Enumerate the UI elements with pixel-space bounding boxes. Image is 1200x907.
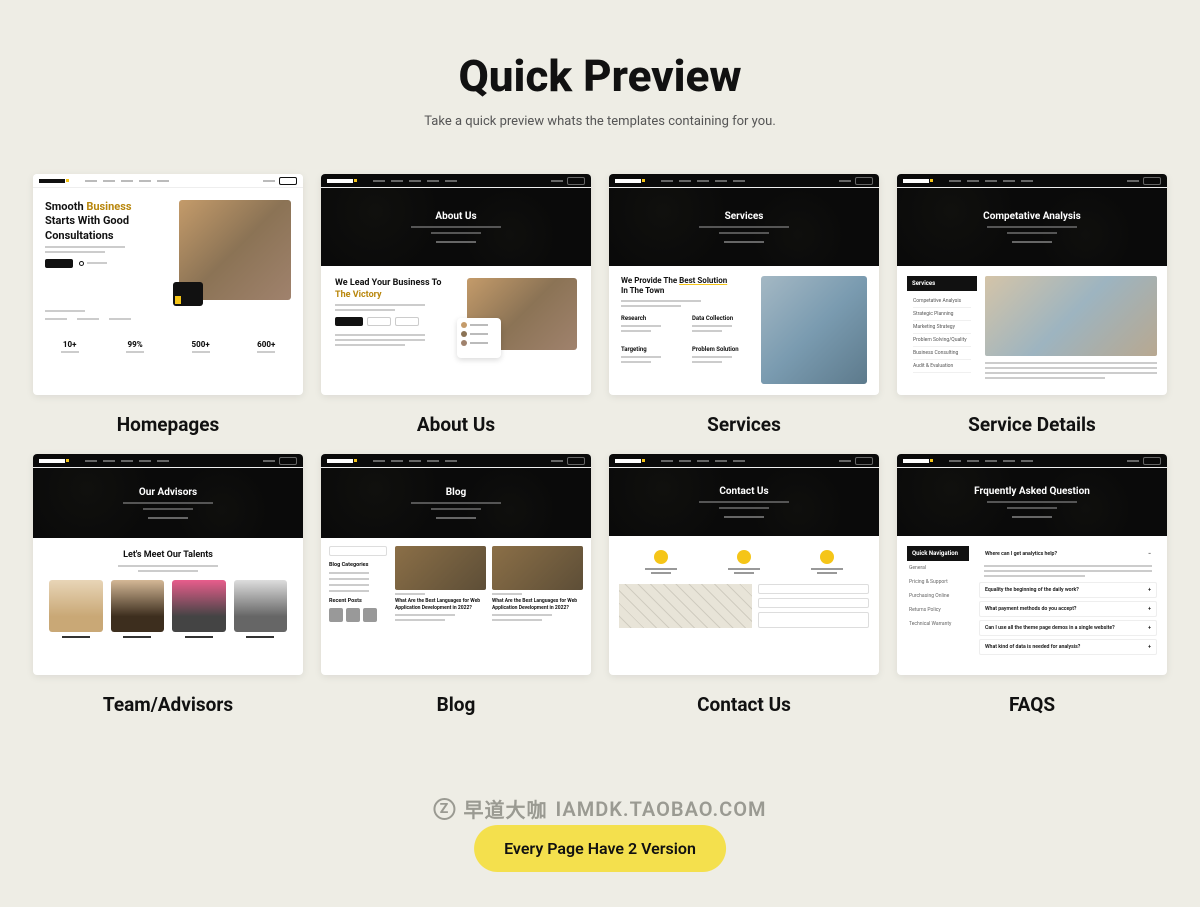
blog-p2: What Are the Best Languages for Web Appl… [492, 598, 583, 611]
details-side-h: Services [907, 276, 977, 291]
dsi-3: Problem Solving/Quality [913, 334, 971, 347]
fq-1: Equality the beginning of the daily work… [985, 587, 1079, 593]
fni-2: Purchasing Online [907, 589, 969, 603]
services-hero: Services [725, 211, 764, 222]
faq-nav-h: Quick Navigation [907, 546, 969, 561]
card-blog[interactable]: Blog Blog Categories Recent Posts [321, 454, 591, 716]
stat-3: 600+ [257, 340, 275, 349]
card-team[interactable]: Our Advisors Let's Meet Our Talents [33, 454, 303, 716]
dsi-4: Business Consulting [913, 347, 971, 360]
stat-0: 10+ [61, 340, 79, 349]
card-label-home: Homepages [33, 413, 303, 436]
faq-hero: Frquently Asked Question [974, 486, 1090, 497]
card-label-about: About Us [321, 413, 591, 436]
svc-i2: Targeting [621, 346, 682, 353]
watermark: Z 早道大咖 IAMDK.TAOBAO.COM [433, 794, 766, 823]
fni-0: General [907, 561, 969, 575]
home-h1: Smooth [45, 200, 84, 213]
card-label-details: Service Details [897, 413, 1167, 436]
fq-0: Where can I get analytics help? [985, 551, 1057, 557]
version-badge: Every Page Have 2 Version [474, 825, 726, 872]
fq-2: What payment methods do you accept? [985, 606, 1077, 612]
home-h4: Consultations [45, 229, 114, 242]
card-about[interactable]: About Us We Lead Your Business To The Vi… [321, 174, 591, 436]
fq-4: What kind of data is needed for analysis… [985, 644, 1080, 650]
fni-4: Technical Warranty [907, 617, 969, 631]
svc-i3: Problem Solution [692, 346, 753, 353]
card-homepages[interactable]: Smooth Business Starts With Good Consult… [33, 174, 303, 436]
svc-i0: Research [621, 315, 682, 322]
svc-h2: Best Solution [679, 276, 727, 285]
fni-3: Returns Policy [907, 603, 969, 617]
card-contact[interactable]: Contact Us Contact Us [609, 454, 879, 716]
blog-cat: Blog Categories [329, 562, 387, 568]
dsi-5: Audit & Evaluation [913, 360, 971, 373]
blog-p1: What Are the Best Languages for Web Appl… [395, 598, 486, 611]
page-title: Quick Preview [33, 50, 1167, 102]
dsi-0: Competative Analysis [913, 295, 971, 308]
contact-hero: Contact Us [719, 486, 768, 497]
about-h2: The Victory [335, 290, 382, 300]
card-label-team: Team/Advisors [33, 693, 303, 716]
card-faq[interactable]: Frquently Asked Question Quick Navigatio… [897, 454, 1167, 716]
watermark-icon: Z [433, 798, 455, 820]
blog-hero: Blog [446, 487, 466, 498]
dsi-2: Marketing Strategy [913, 321, 971, 334]
svc-i1: Data Collection [692, 315, 753, 322]
dsi-1: Strategic Planning [913, 308, 971, 321]
card-services[interactable]: Services We Provide The Best Solution In… [609, 174, 879, 436]
page-header: Quick Preview Take a quick preview whats… [33, 50, 1167, 129]
home-h3: Starts With Good [45, 214, 129, 227]
fni-1: Pricing & Support [907, 575, 969, 589]
svc-h1: We Provide The [621, 276, 677, 285]
stat-1: 99% [126, 340, 144, 349]
svc-h3: In The Town [621, 286, 664, 295]
blog-recent: Recent Posts [329, 598, 387, 604]
card-label-faq: FAQS [897, 693, 1167, 716]
preview-grid: Smooth Business Starts With Good Consult… [33, 174, 1167, 716]
watermark-cn: 早道大咖 [463, 794, 547, 823]
stat-2: 500+ [192, 340, 210, 349]
home-h2: Business [86, 200, 131, 213]
team-headline: Let's Meet Our Talents [41, 550, 295, 562]
about-hero: About Us [435, 211, 476, 222]
watermark-en: IAMDK.TAOBAO.COM [555, 797, 766, 821]
about-h1: We Lead Your Business To [335, 278, 441, 288]
details-hero: Competative Analysis [983, 211, 1081, 222]
card-details[interactable]: Competative Analysis Services Competativ… [897, 174, 1167, 436]
card-label-services: Services [609, 413, 879, 436]
card-label-blog: Blog [321, 693, 591, 716]
team-hero: Our Advisors [139, 487, 197, 498]
page-subtitle: Take a quick preview whats the templates… [33, 114, 1167, 129]
card-label-contact: Contact Us [609, 693, 879, 716]
fq-3: Can I use all the theme page demos in a … [985, 625, 1115, 631]
